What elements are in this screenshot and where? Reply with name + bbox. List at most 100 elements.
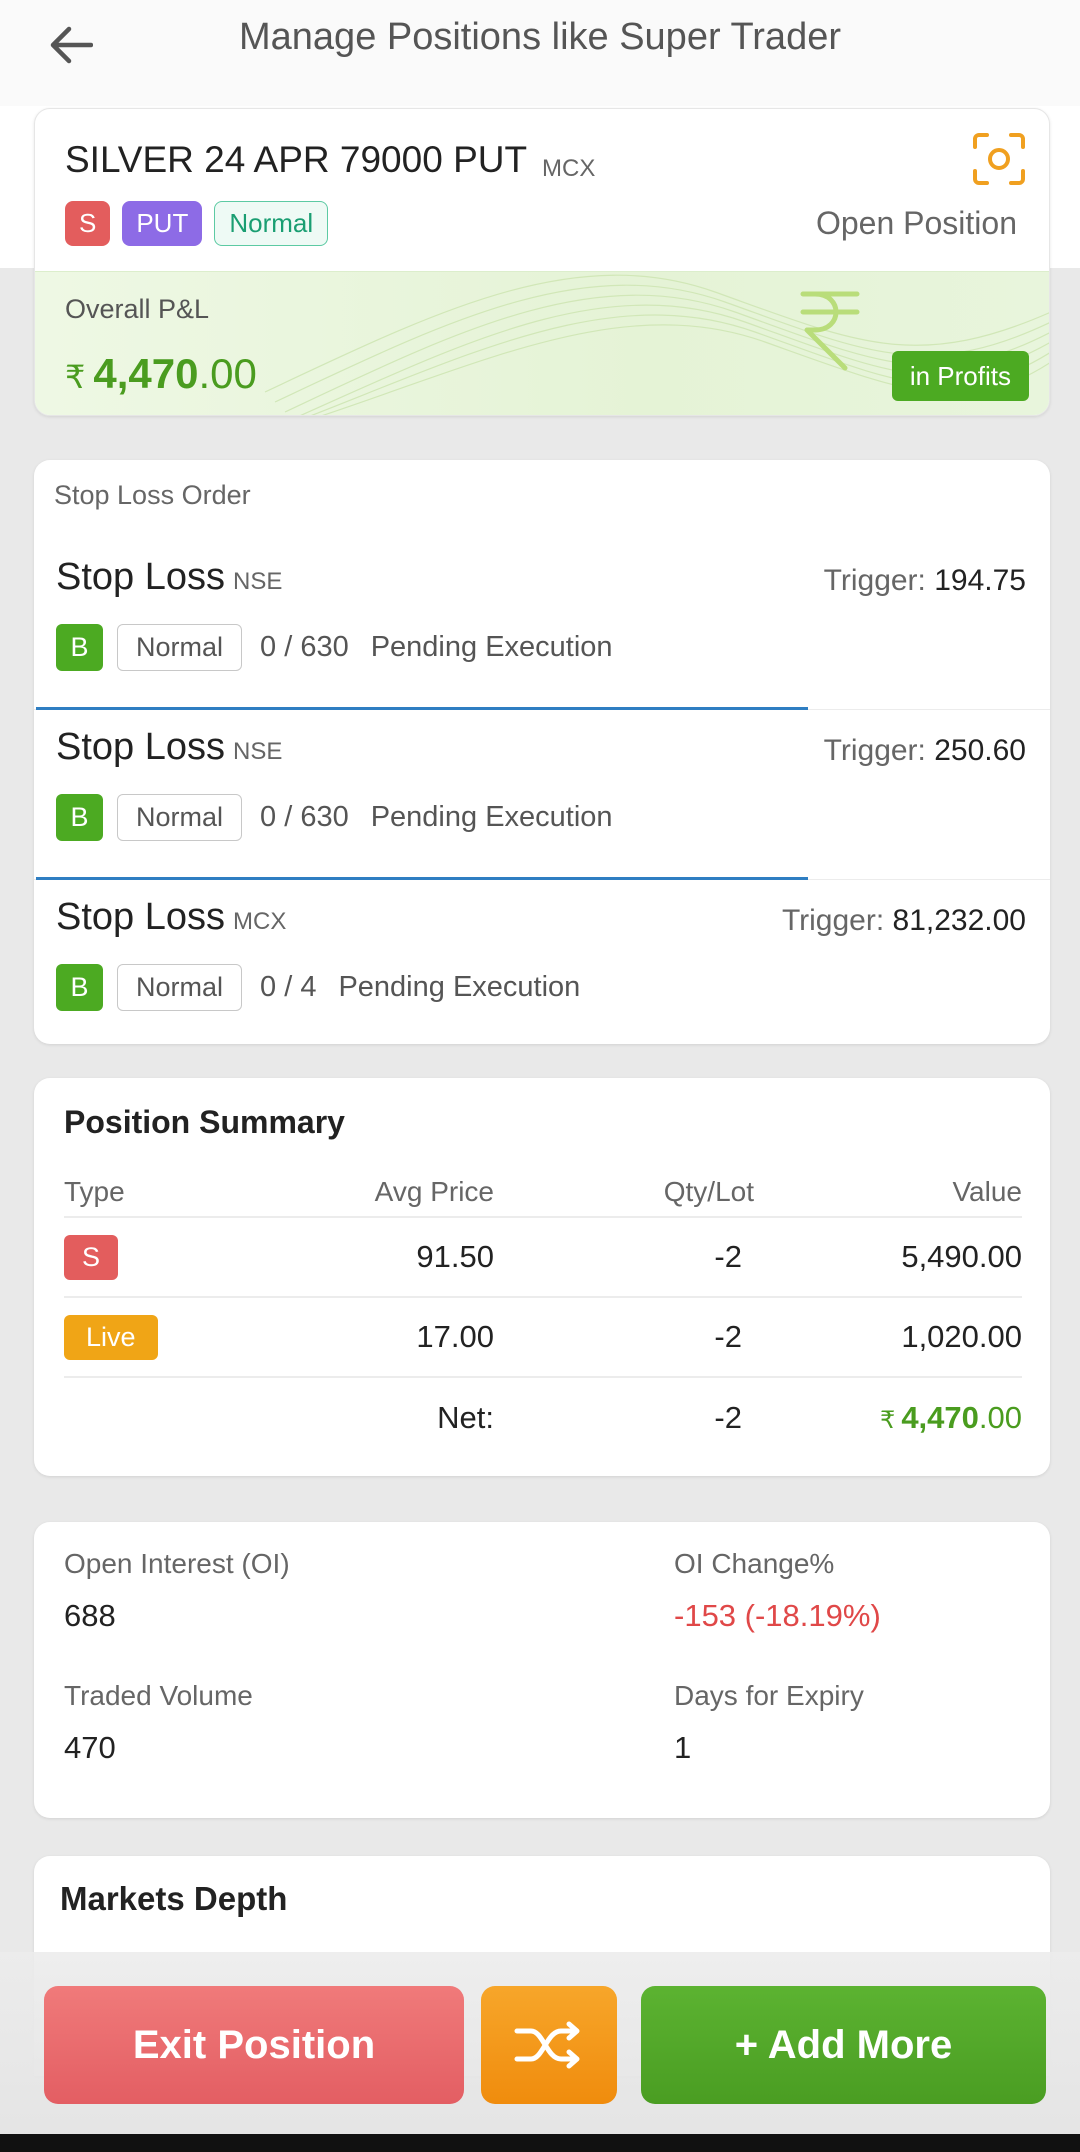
stop-loss-order[interactable]: Stop Loss NSE Trigger: 250.60 B Normal 0 …: [34, 710, 1050, 880]
value-cell: 1,020.00: [901, 1319, 1022, 1354]
buy-badge: B: [56, 964, 103, 1011]
position-summary-card: Position Summary Type Avg Price Qty/Lot …: [34, 1078, 1050, 1476]
trigger-label: Trigger:: [823, 734, 926, 767]
order-qty: 0 / 4: [260, 971, 317, 1003]
net-row: Net: -2 ₹4,470.00: [64, 1378, 1022, 1458]
position-summary-table: Type Avg Price Qty/Lot Value S 91.50 -2 …: [64, 1168, 1022, 1458]
order-status: Pending Execution: [370, 801, 613, 833]
stop-loss-card: Stop Loss Order Stop Loss NSE Trigger: 19…: [34, 460, 1050, 1044]
order-exchange: NSE: [233, 738, 283, 765]
qty-cell: -2: [714, 1239, 742, 1274]
order-type-badge: Normal: [117, 624, 243, 671]
order-type-badge: Normal: [117, 964, 243, 1011]
type-cell: S: [64, 1234, 244, 1280]
trigger-value: 194.75: [934, 564, 1026, 597]
column-header: Qty/Lot: [663, 1176, 754, 1207]
order-tags: B Normal 0 / 630 Pending Execution: [56, 624, 613, 671]
order-title-text: Stop Loss: [56, 556, 225, 598]
stat-value: -153 (-18.19%): [674, 1598, 881, 1633]
days-for-expiry-stat: Days for Expiry 1: [674, 1680, 864, 1766]
order-tags: B Normal 0 / 4 Pending Execution: [56, 964, 580, 1011]
order-exchange: NSE: [233, 568, 283, 595]
order-title: Stop Loss NSE: [56, 556, 282, 599]
order-type-badge: Normal: [117, 794, 243, 841]
order-qty: 0 / 630: [260, 801, 349, 833]
column-header: Type: [64, 1176, 125, 1207]
top-app-bar: Manage Positions like Super Trader: [0, 0, 1080, 106]
stat-label: Open Interest (OI): [64, 1548, 290, 1579]
net-decimal: .00: [978, 1400, 1022, 1435]
trigger-value: 250.60: [934, 734, 1026, 767]
instrument-name: SILVER 24 APR 79000 PUT: [65, 139, 528, 180]
column-header: Avg Price: [374, 1176, 494, 1207]
pnl-label: Overall P&L: [65, 294, 210, 324]
table-row: Live 17.00 -2 1,020.00: [64, 1298, 1022, 1378]
open-interest-stat: Open Interest (OI) 688: [64, 1548, 290, 1634]
order-title: Stop Loss NSE: [56, 726, 282, 769]
system-nav-edge: [0, 2134, 1080, 2152]
order-tags: B Normal 0 / 630 Pending Execution: [56, 794, 613, 841]
order-qty: 0 / 630: [260, 631, 349, 663]
instrument-card: SILVER 24 APR 79000 PUT MCX S PUT Normal…: [34, 108, 1050, 416]
option-type-badge: PUT: [122, 201, 203, 246]
table-row: S 91.50 -2 5,490.00: [64, 1218, 1022, 1298]
column-header: Value: [952, 1176, 1022, 1207]
order-exchange: MCX: [233, 908, 287, 935]
rupee-watermark-icon: [800, 291, 860, 371]
pnl-decimal: .00: [198, 350, 257, 397]
shuffle-button[interactable]: [481, 1986, 617, 2104]
stop-loss-section-title: Stop Loss Order: [54, 480, 251, 510]
table-header: Type Avg Price Qty/Lot Value: [64, 1168, 1022, 1218]
sell-badge: S: [64, 1234, 118, 1280]
net-label: Net:: [437, 1400, 494, 1435]
type-cell: Live: [64, 1314, 244, 1360]
exit-position-button[interactable]: Exit Position: [44, 1986, 464, 2104]
stop-loss-order[interactable]: Stop Loss NSE Trigger: 194.75 B Normal 0 …: [34, 540, 1050, 710]
net-value: ₹4,470.00: [754, 1400, 1022, 1436]
instrument-tags: S PUT Normal: [65, 201, 329, 246]
market-stats-card: Open Interest (OI) 688 OI Change% -153 (…: [34, 1522, 1050, 1818]
order-title-text: Stop Loss: [56, 726, 225, 768]
stat-value: 688: [64, 1598, 116, 1633]
oi-change-stat: OI Change% -153 (-18.19%): [674, 1548, 881, 1634]
stat-value: 470: [64, 1730, 116, 1765]
rupee-symbol: ₹: [65, 359, 86, 395]
trigger-value: 81,232.00: [892, 904, 1026, 937]
shuffle-icon: [514, 2021, 580, 2069]
page-title: Manage Positions like Super Trader: [239, 16, 841, 58]
buy-badge: B: [56, 794, 103, 841]
order-trigger: Trigger: 194.75: [824, 564, 1026, 598]
side-badge: S: [65, 201, 111, 246]
order-title: Stop Loss MCX: [56, 896, 286, 939]
stat-label: Traded Volume: [64, 1680, 253, 1711]
pnl-integer: 4,470: [93, 350, 199, 397]
order-trigger: Trigger: 81,232.00: [782, 904, 1026, 938]
add-more-button[interactable]: + Add More: [641, 1986, 1046, 2104]
net-qty: -2: [714, 1400, 742, 1435]
market-depth-title: Markets Depth: [60, 1880, 288, 1917]
avg-price-cell: 17.00: [416, 1319, 494, 1354]
pnl-panel: Overall P&L ₹4,470.00 in Profits: [35, 271, 1049, 415]
value-cell: 5,490.00: [901, 1239, 1022, 1274]
live-badge: Live: [64, 1314, 158, 1360]
position-summary-title: Position Summary: [64, 1104, 345, 1140]
traded-volume-stat: Traded Volume 470: [64, 1680, 253, 1766]
position-status: Open Position: [815, 205, 1017, 241]
profit-badge: in Profits: [891, 351, 1029, 401]
order-type-badge: Normal: [214, 201, 329, 246]
trigger-label: Trigger:: [823, 564, 926, 597]
instrument-exchange: MCX: [542, 155, 596, 182]
avg-price-cell: 91.50: [416, 1239, 494, 1274]
qty-cell: -2: [714, 1319, 742, 1354]
stat-value: 1: [674, 1730, 692, 1765]
scan-icon: [973, 133, 1025, 185]
scan-button[interactable]: [971, 131, 1027, 187]
order-title-text: Stop Loss: [56, 896, 225, 938]
stop-loss-order[interactable]: Stop Loss MCX Trigger: 81,232.00 B Normal…: [34, 880, 1050, 1044]
order-status: Pending Execution: [338, 971, 581, 1003]
pnl-value: ₹4,470.00: [65, 350, 257, 398]
stat-label: OI Change%: [674, 1548, 835, 1579]
trigger-label: Trigger:: [781, 904, 885, 937]
stat-label: Days for Expiry: [674, 1680, 864, 1711]
order-status: Pending Execution: [370, 631, 613, 663]
